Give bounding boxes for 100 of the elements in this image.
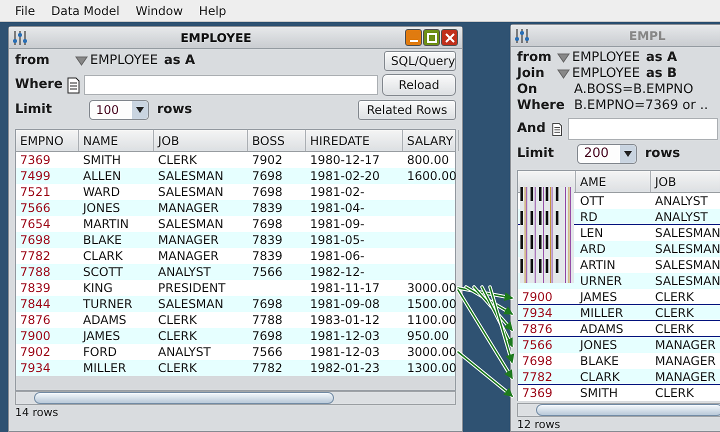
table-name[interactable]: EMPLOYEE [572,66,640,82]
table-cell-text: ADAMS [579,320,624,338]
table-cell-text: CLERK [654,385,695,402]
table-cell-text: 7902 [251,152,284,169]
table-cell-text: 1983-01-12 [309,312,381,329]
column-header[interactable]: JOB [651,171,720,192]
field-label: And [517,121,546,137]
table-cell-text: 7839 [251,200,284,217]
table-cell-text: SMITH [82,152,122,169]
table-cell-text: 3000.00 [406,344,458,361]
table-cell-text: SALESMAN [157,216,224,233]
menu-item[interactable]: Data Model [51,2,120,20]
action-button[interactable]: Reload [382,74,456,96]
table-cell-text: 7782 [521,368,554,386]
menu-item[interactable]: File [15,2,36,20]
menu-item[interactable]: Window [136,2,183,20]
table-name[interactable]: EMPLOYEE [90,51,158,71]
dropdown-triangle-icon[interactable] [557,53,570,63]
table-cell-text: JONES [81,200,122,217]
field-label: Where [517,98,566,114]
table-cell-text: 7788 [19,264,52,281]
horizontal-scrollbar[interactable] [517,403,720,417]
table-cell-text: SALESMAN [654,257,720,274]
table-cell-text: 7934 [19,360,52,377]
column-header[interactable]: JOB [154,130,248,151]
table-cell-text: 7839 [19,280,52,297]
maximize-button[interactable] [423,29,440,46]
caret-icon [624,151,632,157]
table-cell-text: SALESMAN [654,225,720,242]
table-cell-text: CLARK [579,368,621,386]
table-cell-text: FORD [82,344,118,361]
table-cell-text: 7782 [251,360,284,377]
table-cell-text: 7782 [19,248,52,265]
where-condition: B.EMPNO=7369 or .. [574,98,708,114]
window-title: EMPL [628,28,667,44]
table-cell-text: SALESMAN [157,168,224,185]
table-cell-text: 7876 [19,312,52,329]
table-cell-text: LEN [579,225,604,242]
table-cell-text: 7900 [521,288,554,306]
table-cell-text: ANALYST [654,208,709,226]
table-cell-text: 1981-11-17 [309,280,381,297]
table-cell-text: 1500.00 [406,296,458,313]
table-cell-text: 7521 [19,184,52,201]
table-cell-text: JONES [578,337,618,354]
dropdown-triangle-icon[interactable] [75,56,88,66]
table-cell-text: CLERK [157,328,198,345]
action-button[interactable]: Related Rows [358,100,456,120]
close-icon [444,32,454,42]
row-count: 12 rows [516,418,562,432]
column-header[interactable]: BOSS [248,130,306,151]
column-header[interactable]: NAME [79,130,154,151]
table-cell-text: 1100.00 [406,312,458,329]
field-label: On [517,82,538,98]
table-cell-text: RD [579,208,599,226]
close-button[interactable] [441,29,458,46]
table-cell-text: 7902 [19,344,52,361]
table-name[interactable]: EMPLOYEE [572,50,640,66]
column-header[interactable]: HIREDATE [306,130,403,151]
table-cell-text: 950.00 [406,328,450,345]
column-header[interactable]: SALARY [403,130,459,151]
table-cell-text: MANAGER [654,353,717,370]
window-title: EMPLOYEE [179,30,252,46]
table-alias: as A [646,50,678,66]
limit-dropdown[interactable]: 200 [577,144,637,164]
table-cell-text: CLERK [157,312,198,329]
document-icon[interactable] [66,76,80,94]
table-cell-text: CLERK [654,304,695,322]
table-cell-text: JAMES [578,288,618,306]
column-header[interactable]: AME [576,171,651,192]
table-cell-text: 7566 [19,200,52,217]
caret-icon [136,107,144,113]
column-header[interactable]: EMPNO [16,130,79,151]
table-cell-text: 7369 [19,152,52,169]
field-label: Join [517,66,546,82]
table-cell-text: 7839 [251,232,284,249]
table-alias: as B [646,66,677,82]
table-cell-text: MANAGER [157,248,220,265]
field-label: rows [645,146,680,162]
table-cell-text: CLERK [157,360,198,377]
where-input-field[interactable] [84,75,378,95]
table-cell-text: 7369 [521,385,554,402]
and-input-field[interactable] [568,118,718,140]
table-cell-text: 7566 [251,264,284,281]
field-label: Where [15,76,63,94]
table-cell-text: MILLER [82,360,128,377]
sliders-icon[interactable] [515,28,529,44]
document-icon[interactable] [552,120,562,138]
dropdown-triangle-icon[interactable] [557,69,570,79]
action-button[interactable]: SQL/Query [384,51,456,71]
table-cell-text: CLERK [157,152,198,169]
menu-item[interactable]: Help [198,2,226,20]
table-cell-text: ANALYST [157,264,212,281]
table-cell-text: MANAGER [157,200,220,217]
limit-dropdown[interactable]: 100 [89,100,149,120]
table-cell-text: 1982-01-23 [309,360,381,377]
sliders-icon[interactable] [13,30,27,46]
table-cell-text: 1981-04- [309,200,366,217]
table-cell-text: MANAGER [654,337,717,354]
horizontal-scrollbar[interactable] [15,391,456,405]
minimize-button[interactable] [405,29,422,46]
